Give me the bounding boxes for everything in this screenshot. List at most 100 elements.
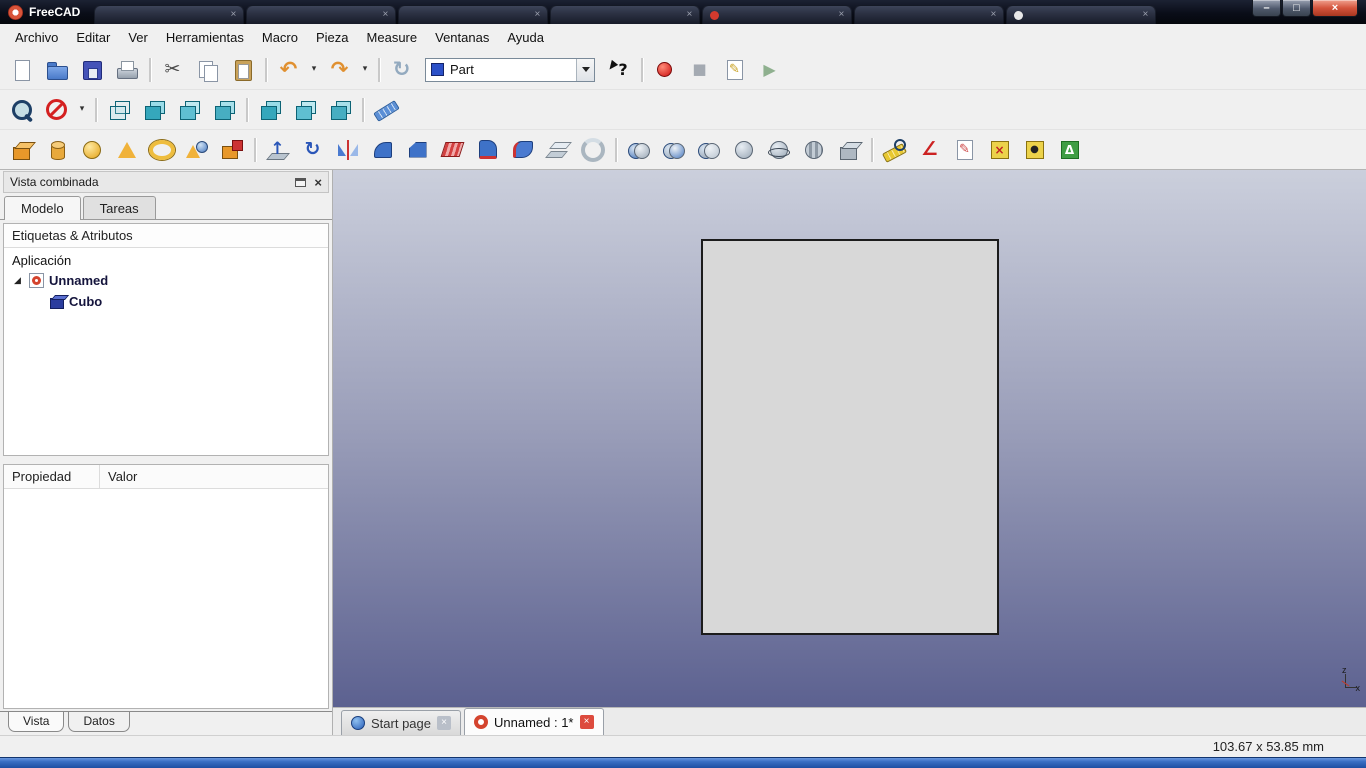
float-panel-icon[interactable] — [295, 177, 307, 187]
macro-edit-button[interactable]: ✎ — [717, 53, 752, 87]
menu-macro[interactable]: Macro — [253, 26, 307, 49]
part-ruled-surface-button[interactable] — [435, 133, 470, 167]
view-bottom-button[interactable] — [287, 93, 322, 127]
measure-angular-button[interactable]: ∠ — [912, 133, 947, 167]
tab-close-icon[interactable]: × — [383, 10, 389, 20]
browser-tab[interactable]: × — [854, 5, 1005, 24]
tab-start-page[interactable]: Start page × — [341, 710, 461, 735]
part-box-button[interactable] — [4, 133, 39, 167]
menu-ayuda[interactable]: Ayuda — [498, 26, 553, 49]
tab-tareas[interactable]: Tareas — [82, 196, 156, 219]
part-cut-button[interactable] — [656, 133, 691, 167]
part-shape-builder-button[interactable] — [214, 133, 249, 167]
tab-close-icon[interactable]: × — [535, 10, 541, 20]
save-button[interactable] — [74, 53, 109, 87]
draw-style-dropdown[interactable]: ▾ — [74, 93, 90, 127]
tab-vista[interactable]: Vista — [8, 712, 65, 732]
tab-datos[interactable]: Datos — [68, 712, 130, 732]
part-extrude-button[interactable]: ↑ — [260, 133, 295, 167]
workbench-dropdown[interactable] — [576, 58, 594, 81]
measure-clear-all-button[interactable]: × — [982, 133, 1017, 167]
measure-linear-button[interactable] — [877, 133, 912, 167]
macro-stop-button[interactable]: ■ — [682, 53, 717, 87]
part-sweep-button[interactable] — [505, 133, 540, 167]
measure-toggle-delta-button[interactable]: Δ — [1052, 133, 1087, 167]
tab-close-icon[interactable]: × — [991, 10, 997, 20]
minimize-button[interactable]: – — [1252, 0, 1281, 17]
part-section-button[interactable] — [761, 133, 796, 167]
copy-button[interactable] — [190, 53, 225, 87]
paste-button[interactable] — [225, 53, 260, 87]
redo-dropdown[interactable]: ▾ — [357, 53, 373, 87]
measure-distance-button[interactable] — [368, 93, 403, 127]
panel-close-icon[interactable]: × — [314, 176, 322, 189]
property-column-header[interactable]: Propiedad — [4, 465, 100, 488]
part-compound-button[interactable] — [831, 133, 866, 167]
part-mirror-button[interactable] — [330, 133, 365, 167]
tab-modelo[interactable]: Modelo — [4, 196, 81, 220]
browser-tab[interactable]: × — [94, 5, 245, 24]
part-chamfer-button[interactable] — [400, 133, 435, 167]
redo-button[interactable]: ↷ — [322, 53, 357, 87]
open-file-button[interactable] — [39, 53, 74, 87]
panel-title-bar[interactable]: Vista combinada × — [3, 171, 329, 193]
print-button[interactable] — [109, 53, 144, 87]
value-column-header[interactable]: Valor — [100, 465, 328, 488]
whats-this-button[interactable]: ? — [601, 53, 636, 87]
part-cone-button[interactable] — [109, 133, 144, 167]
part-offset-button[interactable] — [540, 133, 575, 167]
tab-close-icon[interactable]: × — [839, 10, 845, 20]
browser-tab[interactable]: × — [246, 5, 397, 24]
panel-splitter[interactable] — [0, 456, 332, 464]
menu-ver[interactable]: Ver — [119, 26, 157, 49]
part-thickness-button[interactable] — [575, 133, 610, 167]
tab-close-icon[interactable]: × — [687, 10, 693, 20]
browser-tab[interactable]: × — [702, 5, 853, 24]
browser-tab[interactable]: × — [1006, 5, 1157, 24]
view-left-button[interactable] — [322, 93, 357, 127]
part-torus-button[interactable] — [144, 133, 179, 167]
macro-record-button[interactable] — [647, 53, 682, 87]
menu-herramientas[interactable]: Herramientas — [157, 26, 253, 49]
maximize-button[interactable]: □ — [1282, 0, 1311, 17]
draw-style-button[interactable] — [39, 93, 74, 127]
tab-close-icon[interactable]: × — [579, 715, 594, 729]
tree-item-unnamed[interactable]: ◢ Unnamed — [4, 270, 328, 291]
menu-pieza[interactable]: Pieza — [307, 26, 358, 49]
tab-close-icon[interactable]: × — [1143, 10, 1149, 20]
measure-refresh-button[interactable]: ✎ — [947, 133, 982, 167]
tree-root-application[interactable]: Aplicación — [4, 248, 328, 270]
menu-editar[interactable]: Editar — [67, 26, 119, 49]
browser-tab[interactable]: × — [550, 5, 701, 24]
view-top-button[interactable] — [171, 93, 206, 127]
new-file-button[interactable] — [4, 53, 39, 87]
cube-front-face[interactable] — [700, 239, 999, 635]
view-rear-button[interactable] — [252, 93, 287, 127]
cut-button[interactable]: ✂ — [155, 53, 190, 87]
part-common-button[interactable] — [726, 133, 761, 167]
tab-close-icon[interactable]: × — [437, 716, 451, 730]
tree-item-cubo[interactable]: Cubo — [4, 291, 328, 312]
workbench-selector[interactable]: Part — [425, 57, 595, 82]
tab-close-icon[interactable]: × — [231, 10, 237, 20]
macro-execute-button[interactable]: ▶ — [752, 53, 787, 87]
browser-tab[interactable]: × — [398, 5, 549, 24]
measure-toggle-all-button[interactable]: ● — [1017, 133, 1052, 167]
view-right-button[interactable] — [206, 93, 241, 127]
part-boolean-button[interactable] — [621, 133, 656, 167]
menu-measure[interactable]: Measure — [358, 26, 427, 49]
undo-button[interactable]: ↶ — [271, 53, 306, 87]
part-revolve-button[interactable]: ↻ — [295, 133, 330, 167]
part-sphere-button[interactable] — [74, 133, 109, 167]
part-fillet-button[interactable] — [365, 133, 400, 167]
view-front-button[interactable] — [136, 93, 171, 127]
view-axonometric-button[interactable] — [101, 93, 136, 127]
part-cylinder-button[interactable] — [39, 133, 74, 167]
part-cross-sections-button[interactable] — [796, 133, 831, 167]
close-button[interactable]: × — [1312, 0, 1358, 17]
refresh-button[interactable]: ↻ — [384, 53, 419, 87]
tab-unnamed-document[interactable]: Unnamed : 1* × — [464, 708, 604, 735]
part-loft-button[interactable] — [470, 133, 505, 167]
part-primitives-button[interactable] — [179, 133, 214, 167]
menu-ventanas[interactable]: Ventanas — [426, 26, 498, 49]
